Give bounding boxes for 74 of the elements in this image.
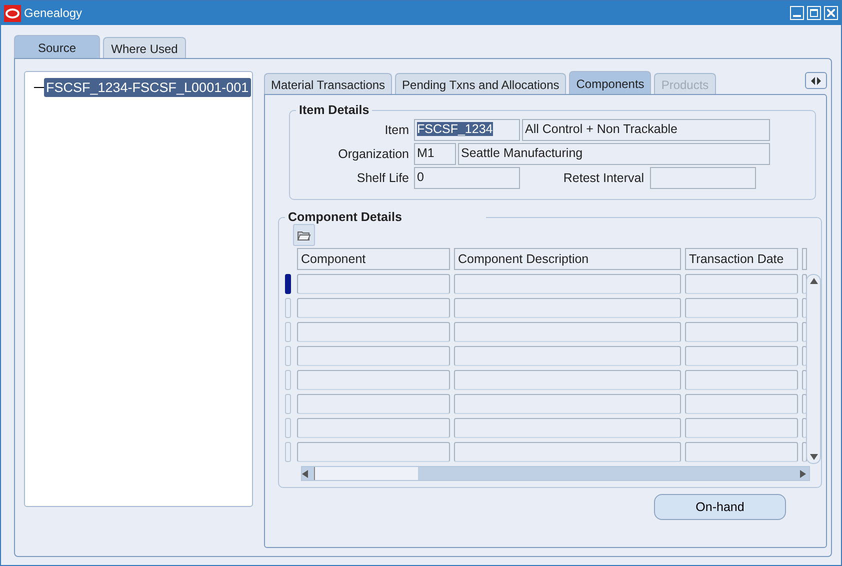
- table-cell[interactable]: [454, 274, 681, 294]
- retest-interval-field[interactable]: [650, 167, 756, 189]
- field-label: Organization: [337, 147, 409, 161]
- table-cell[interactable]: [802, 418, 807, 438]
- folder-icon: [297, 229, 311, 241]
- table-cell[interactable]: [802, 370, 807, 390]
- table-cell[interactable]: [685, 418, 798, 438]
- on-hand-button[interactable]: On-hand: [654, 494, 786, 520]
- organization-name-field[interactable]: Seattle Manufacturing: [458, 143, 770, 165]
- table-cell[interactable]: [454, 322, 681, 342]
- table-cell[interactable]: [802, 322, 807, 342]
- table-cell[interactable]: [802, 298, 807, 318]
- table-cell[interactable]: [685, 274, 798, 294]
- table-cell[interactable]: [802, 346, 807, 366]
- tab[interactable]: Pending Txns and Allocations: [395, 73, 566, 95]
- window-title: Genealogy: [24, 6, 84, 20]
- table-cell[interactable]: [685, 298, 798, 318]
- table-cell[interactable]: [454, 370, 681, 390]
- item-code-field[interactable]: FSCSF_1234: [414, 119, 520, 141]
- table-cell[interactable]: [297, 394, 450, 414]
- table-cell[interactable]: [802, 394, 807, 414]
- table-cell[interactable]: [802, 442, 807, 462]
- close-button[interactable]: [824, 6, 838, 20]
- close-icon: [827, 9, 835, 17]
- table-cell[interactable]: [297, 418, 450, 438]
- scroll-up-icon[interactable]: [810, 278, 818, 284]
- column-header: Component: [297, 248, 450, 270]
- open-folder-button[interactable]: [293, 224, 315, 246]
- table-cell[interactable]: [454, 442, 681, 462]
- maximize-button[interactable]: [807, 6, 821, 20]
- table-cell[interactable]: [685, 442, 798, 462]
- field-label: Retest Interval: [562, 171, 644, 185]
- table-cell[interactable]: [454, 298, 681, 318]
- shelf-life-field[interactable]: 0: [414, 167, 520, 189]
- record-indicator[interactable]: [285, 274, 291, 294]
- table-cell[interactable]: [454, 346, 681, 366]
- column-header: Transaction Date: [685, 248, 798, 270]
- table-cell[interactable]: [685, 370, 798, 390]
- table-cell[interactable]: [297, 274, 450, 294]
- table-cell[interactable]: [454, 418, 681, 438]
- group-title: Item Details: [298, 103, 370, 117]
- tab[interactable]: Source: [14, 35, 100, 59]
- column-header: Component Description: [454, 248, 681, 270]
- table-cell[interactable]: [685, 394, 798, 414]
- tab[interactable]: Where Used: [103, 37, 186, 59]
- table-cell[interactable]: [454, 394, 681, 414]
- horizontal-scrollbar[interactable]: [301, 466, 810, 481]
- scroll-left-icon[interactable]: [302, 470, 308, 478]
- field-label: Item: [384, 123, 409, 137]
- table-cell[interactable]: [802, 274, 807, 294]
- field-label: Shelf Life: [356, 171, 409, 185]
- tree-item[interactable]: FSCSF_1234-FSCSF_L0001-001: [44, 78, 251, 97]
- table-cell[interactable]: [297, 442, 450, 462]
- tree-line: [34, 87, 44, 88]
- item-description-field[interactable]: All Control + Non Trackable: [522, 119, 770, 141]
- table-cell[interactable]: [297, 370, 450, 390]
- group-title: Component Details: [287, 210, 403, 224]
- app-logo-icon: [4, 4, 21, 22]
- table-cell[interactable]: [297, 322, 450, 342]
- scroll-down-icon[interactable]: [810, 454, 818, 460]
- table-cell[interactable]: [297, 298, 450, 318]
- organization-code-field[interactable]: M1: [414, 143, 456, 165]
- scroll-right-icon[interactable]: [800, 470, 806, 478]
- column-header: [802, 248, 807, 270]
- scroll-tabs-button[interactable]: [805, 72, 827, 89]
- left-right-arrows-icon: [811, 76, 821, 84]
- tab[interactable]: Material Transactions: [264, 73, 392, 95]
- vertical-scrollbar[interactable]: [806, 274, 821, 464]
- tab[interactable]: Components: [569, 71, 652, 95]
- minimize-button[interactable]: [790, 6, 804, 20]
- table-cell[interactable]: [685, 346, 798, 366]
- maximize-icon: [810, 9, 818, 17]
- table-cell[interactable]: [685, 322, 798, 342]
- table-cell[interactable]: [297, 346, 450, 366]
